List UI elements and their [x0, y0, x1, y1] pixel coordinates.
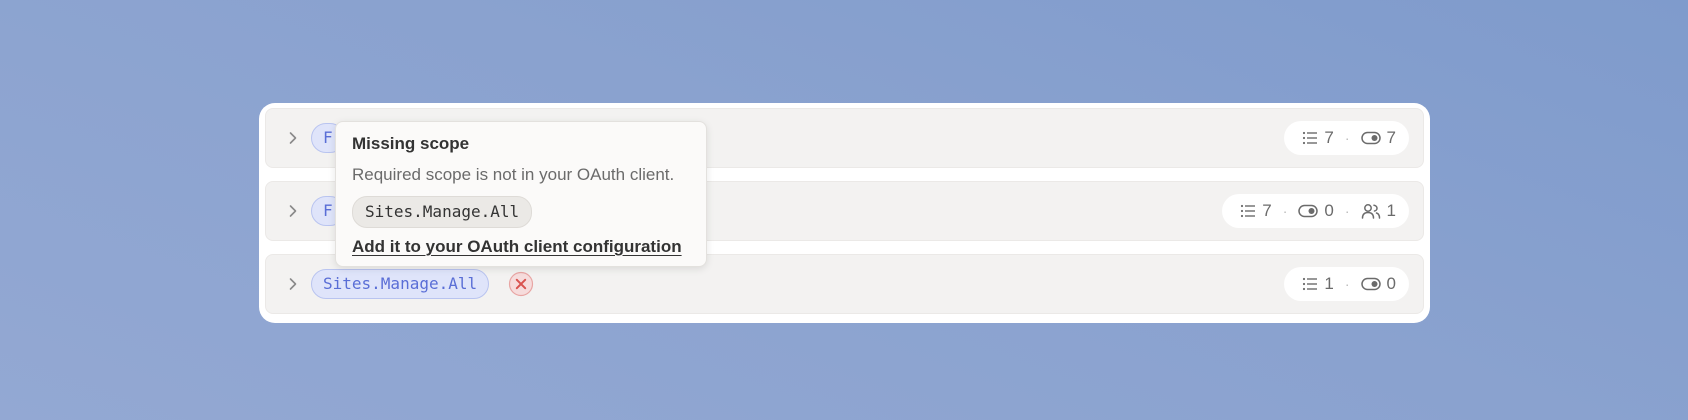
- list-icon: [1303, 277, 1318, 291]
- toggle-icon: [1298, 204, 1319, 218]
- stat-separator: ·: [1344, 130, 1350, 146]
- list-stat: 7: [1240, 201, 1272, 221]
- list-count: 1: [1324, 274, 1334, 293]
- list-count: 7: [1324, 128, 1334, 147]
- tooltip-description: Required scope is not in your OAuth clie…: [352, 165, 675, 184]
- x-circle-icon[interactable]: [508, 271, 534, 297]
- scope-chip: Sites.Manage.All: [311, 269, 490, 299]
- toggle-count: 7: [1386, 128, 1396, 147]
- row-stats: 7 · 7: [1284, 121, 1409, 155]
- list-icon: [1303, 131, 1318, 145]
- toggle-stat: 0: [1360, 274, 1396, 294]
- scope-code: Sites.Manage.All: [352, 196, 533, 228]
- toggle-icon: [1360, 131, 1381, 145]
- toggle-icon: [1360, 277, 1381, 291]
- tooltip-title: Missing scope: [352, 134, 470, 153]
- list-icon: [1241, 204, 1256, 218]
- toggle-stat: 7: [1360, 128, 1396, 148]
- chevron-right-icon[interactable]: [283, 274, 303, 294]
- stat-separator: ·: [1344, 276, 1350, 292]
- users-stat: 1: [1361, 201, 1396, 221]
- stat-separator: ·: [1282, 203, 1288, 219]
- row-stats: 1 · 0: [1284, 267, 1409, 301]
- toggle-stat: 0: [1298, 201, 1334, 221]
- list-stat: 1: [1302, 274, 1334, 294]
- chevron-right-icon[interactable]: [283, 201, 303, 221]
- toggle-count: 0: [1324, 201, 1334, 220]
- stat-separator: ·: [1344, 203, 1350, 219]
- row-stats: 7 · 0 · 1: [1222, 194, 1409, 228]
- users-icon: [1361, 204, 1380, 219]
- missing-scope-tooltip: Missing scope Required scope is not in y…: [335, 121, 707, 267]
- oauth-config-link[interactable]: Add it to your OAuth client configuratio…: [352, 237, 690, 257]
- toggle-count: 0: [1386, 274, 1396, 293]
- chevron-right-icon[interactable]: [283, 128, 303, 148]
- users-count: 1: [1386, 201, 1396, 220]
- list-stat: 7: [1302, 128, 1334, 148]
- list-count: 7: [1262, 201, 1272, 220]
